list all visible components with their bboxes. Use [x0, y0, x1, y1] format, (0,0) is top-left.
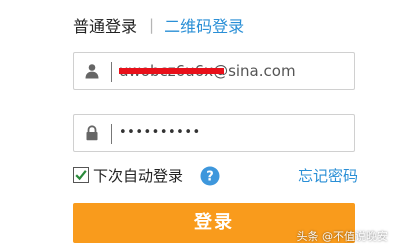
forgot-password-link[interactable]: 忘记密码: [298, 165, 358, 187]
help-icon[interactable]: ?: [200, 166, 220, 186]
password-input[interactable]: ••••••••••: [119, 115, 349, 151]
remember-row: 下次自动登录 ? 忘记密码: [73, 165, 358, 187]
redaction-bar: [119, 68, 224, 74]
login-tabs: 普通登录 | 二维码登录: [73, 14, 244, 36]
login-panel: 普通登录 | 二维码登录 uwobcz6u6x@sina.com •••••••…: [0, 0, 400, 250]
username-field[interactable]: uwobcz6u6x@sina.com: [73, 52, 355, 90]
remember-label[interactable]: 下次自动登录: [93, 165, 183, 187]
user-icon: [84, 63, 100, 79]
checkmark-icon: [75, 170, 87, 181]
field-divider: [111, 62, 112, 82]
tab-separator: |: [149, 16, 155, 34]
watermark: 头条 @不值说晚安: [296, 230, 389, 243]
tab-qr-login[interactable]: 二维码登录: [164, 13, 244, 37]
svg-text:?: ?: [206, 170, 214, 185]
remember-checkbox[interactable]: [73, 167, 89, 183]
field-divider: [111, 124, 112, 144]
password-field[interactable]: ••••••••••: [73, 114, 355, 152]
lock-icon: [84, 125, 100, 141]
tab-normal-login[interactable]: 普通登录: [73, 13, 137, 37]
